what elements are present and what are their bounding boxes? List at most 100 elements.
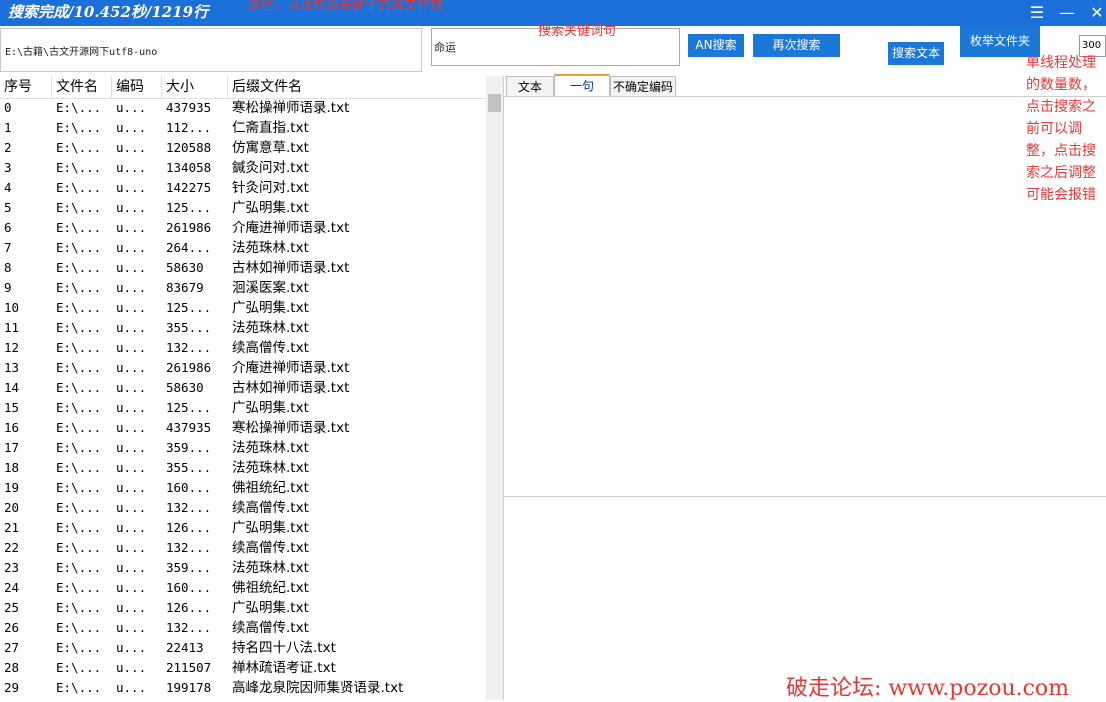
table-cell: 广弘明集.txt [232,600,309,616]
table-cell: E:\... [56,120,102,135]
table-row[interactable]: 18 E:\... u... 355... 法苑珠林.txt [0,458,486,478]
table-row[interactable]: 19 E:\... u... 160... 佛祖统纪.txt [0,478,486,498]
vertical-scrollbar[interactable] [486,76,503,700]
column-header-filename[interactable]: 文件名 [52,76,112,98]
table-row[interactable]: 27 E:\... u... 22413 持名四十八法.txt [0,638,486,658]
table-row[interactable]: 13 E:\... u... 261986 介庵进禅师语录.txt [0,358,486,378]
column-header-suffix-name[interactable]: 后缀文件名 [228,76,486,98]
column-header-encoding[interactable]: 编码 [112,76,162,98]
table-row[interactable]: 25 E:\... u... 126... 广弘明集.txt [0,598,486,618]
tab-text[interactable]: 文本 [506,76,554,96]
table-cell: u... [116,560,147,575]
table-row[interactable]: 2 E:\... u... 120588 仿寓意草.txt [0,138,486,158]
search-text-button[interactable]: 搜索文本 [888,42,944,65]
table-cell: 132... [166,500,212,515]
table-row[interactable]: 1 E:\... u... 112... 仁斋直指.txt [0,118,486,138]
table-row[interactable]: 6 E:\... u... 261986 介庵进禅师语录.txt [0,218,486,238]
scroll-up-arrow[interactable] [486,76,503,92]
table-cell: 24 [4,580,20,595]
table-row[interactable]: 14 E:\... u... 58630 古林如禅师语录.txt [0,378,486,398]
table-row[interactable]: 20 E:\... u... 132... 续高僧传.txt [0,498,486,518]
table-row[interactable]: 8 E:\... u... 58630 古林如禅师语录.txt [0,258,486,278]
table-cell: E:\... [56,320,102,335]
table-row[interactable]: 9 E:\... u... 83679 洄溪医案.txt [0,278,486,298]
search-again-button[interactable]: 再次搜索 [753,34,840,57]
keyword-annotation: 搜索关键词句 [538,24,617,39]
table-cell: 355... [166,320,212,335]
table-cell: 法苑珠林.txt [232,560,309,576]
table-body: 0 E:\... u... 437935 寒松操禅师语录.txt 1 E:\... u... 1… [0,98,486,698]
table-cell: u... [116,500,147,515]
table-row[interactable]: 11 E:\... u... 355... 法苑珠林.txt [0,318,486,338]
table-cell: E:\... [56,440,102,455]
table-cell: 125... [166,300,212,315]
table-cell: 7 [4,240,12,255]
minimize-icon[interactable]: — [1052,0,1082,26]
table-row[interactable]: 7 E:\... u... 264... 法苑珠林.txt [0,238,486,258]
table-row[interactable]: 22 E:\... u... 132... 续高僧传.txt [0,538,486,558]
table-cell: E:\... [56,540,102,555]
table-cell: u... [116,160,147,175]
table-cell: 125... [166,200,212,215]
table-cell: 6 [4,220,12,235]
table-cell: 14 [4,380,20,395]
table-cell: u... [116,440,147,455]
table-cell: 持名四十八法.txt [232,640,336,656]
table-cell: 续高僧传.txt [232,540,309,556]
table-cell: 211507 [166,660,212,675]
table-row[interactable]: 24 E:\... u... 160... 佛祖统纪.txt [0,578,486,598]
column-header-index[interactable]: 序号 [0,76,52,98]
table-row[interactable]: 15 E:\... u... 125... 广弘明集.txt [0,398,486,418]
scroll-thumb[interactable] [488,94,501,112]
table-row[interactable]: 5 E:\... u... 125... 广弘明集.txt [0,198,486,218]
table-cell: 21 [4,520,20,535]
table-cell: 112... [166,120,212,135]
table-row[interactable]: 4 E:\... u... 142275 针灸问对.txt [0,178,486,198]
table-cell: 广弘明集.txt [232,300,309,316]
file-table: 序号 文件名 编码 大小 后缀文件名 0 E:\... u... 437935 寒松操禅… [0,76,504,700]
hamburger-icon[interactable]: ☰ [1022,0,1052,26]
table-row[interactable]: 17 E:\... u... 359... 法苑珠林.txt [0,438,486,458]
table-cell: 261986 [166,220,212,235]
table-cell: 洄溪医案.txt [232,280,309,296]
tab-uncertain-encoding[interactable]: 不确定编码 [610,76,676,96]
table-cell: 续高僧传.txt [232,340,309,356]
table-cell: 359... [166,560,212,575]
table-row[interactable]: 0 E:\... u... 437935 寒松操禅师语录.txt [0,98,486,118]
table-cell: 160... [166,480,212,495]
column-header-size[interactable]: 大小 [162,76,228,98]
table-cell: E:\... [56,180,102,195]
table-cell: 10 [4,300,20,315]
table-cell: u... [116,140,147,155]
table-row[interactable]: 21 E:\... u... 126... 广弘明集.txt [0,518,486,538]
table-cell: 25 [4,600,20,615]
table-cell: 3 [4,160,12,175]
tab-sentence[interactable]: 一句 [554,74,610,96]
result-text-pane[interactable] [504,96,1106,497]
table-row[interactable]: 26 E:\... u... 132... 续高僧传.txt [0,618,486,638]
table-row[interactable]: 10 E:\... u... 125... 广弘明集.txt [0,298,486,318]
table-row[interactable]: 23 E:\... u... 359... 法苑珠林.txt [0,558,486,578]
table-cell: 20 [4,500,20,515]
table-cell: E:\... [56,660,102,675]
table-row[interactable]: 12 E:\... u... 132... 续高僧传.txt [0,338,486,358]
table-cell: u... [116,480,147,495]
table-cell: E:\... [56,220,102,235]
close-icon[interactable]: ✕ [1082,0,1106,26]
table-cell: 介庵进禅师语录.txt [232,360,350,376]
folder-path-field[interactable]: E:\古籍\古文开源网下utf8-uno [0,28,422,72]
table-cell: u... [116,320,147,335]
an-search-button[interactable]: AN搜索 [688,34,744,57]
table-cell: E:\... [56,560,102,575]
table-cell: 佛祖统纪.txt [232,480,309,496]
table-cell: E:\... [56,420,102,435]
table-cell: u... [116,460,147,475]
table-row[interactable]: 3 E:\... u... 134058 鍼灸问对.txt [0,158,486,178]
table-row[interactable]: 29 E:\... u... 199178 高峰龙泉院因师集贤语录.txt [0,678,486,698]
table-row[interactable]: 16 E:\... u... 437935 寒松操禅师语录.txt [0,418,486,438]
table-cell: 5 [4,200,12,215]
table-row[interactable]: 28 E:\... u... 211507 禅林疏语考证.txt [0,658,486,678]
table-cell: u... [116,580,147,595]
table-cell: 广弘明集.txt [232,200,309,216]
table-cell: E:\... [56,340,102,355]
